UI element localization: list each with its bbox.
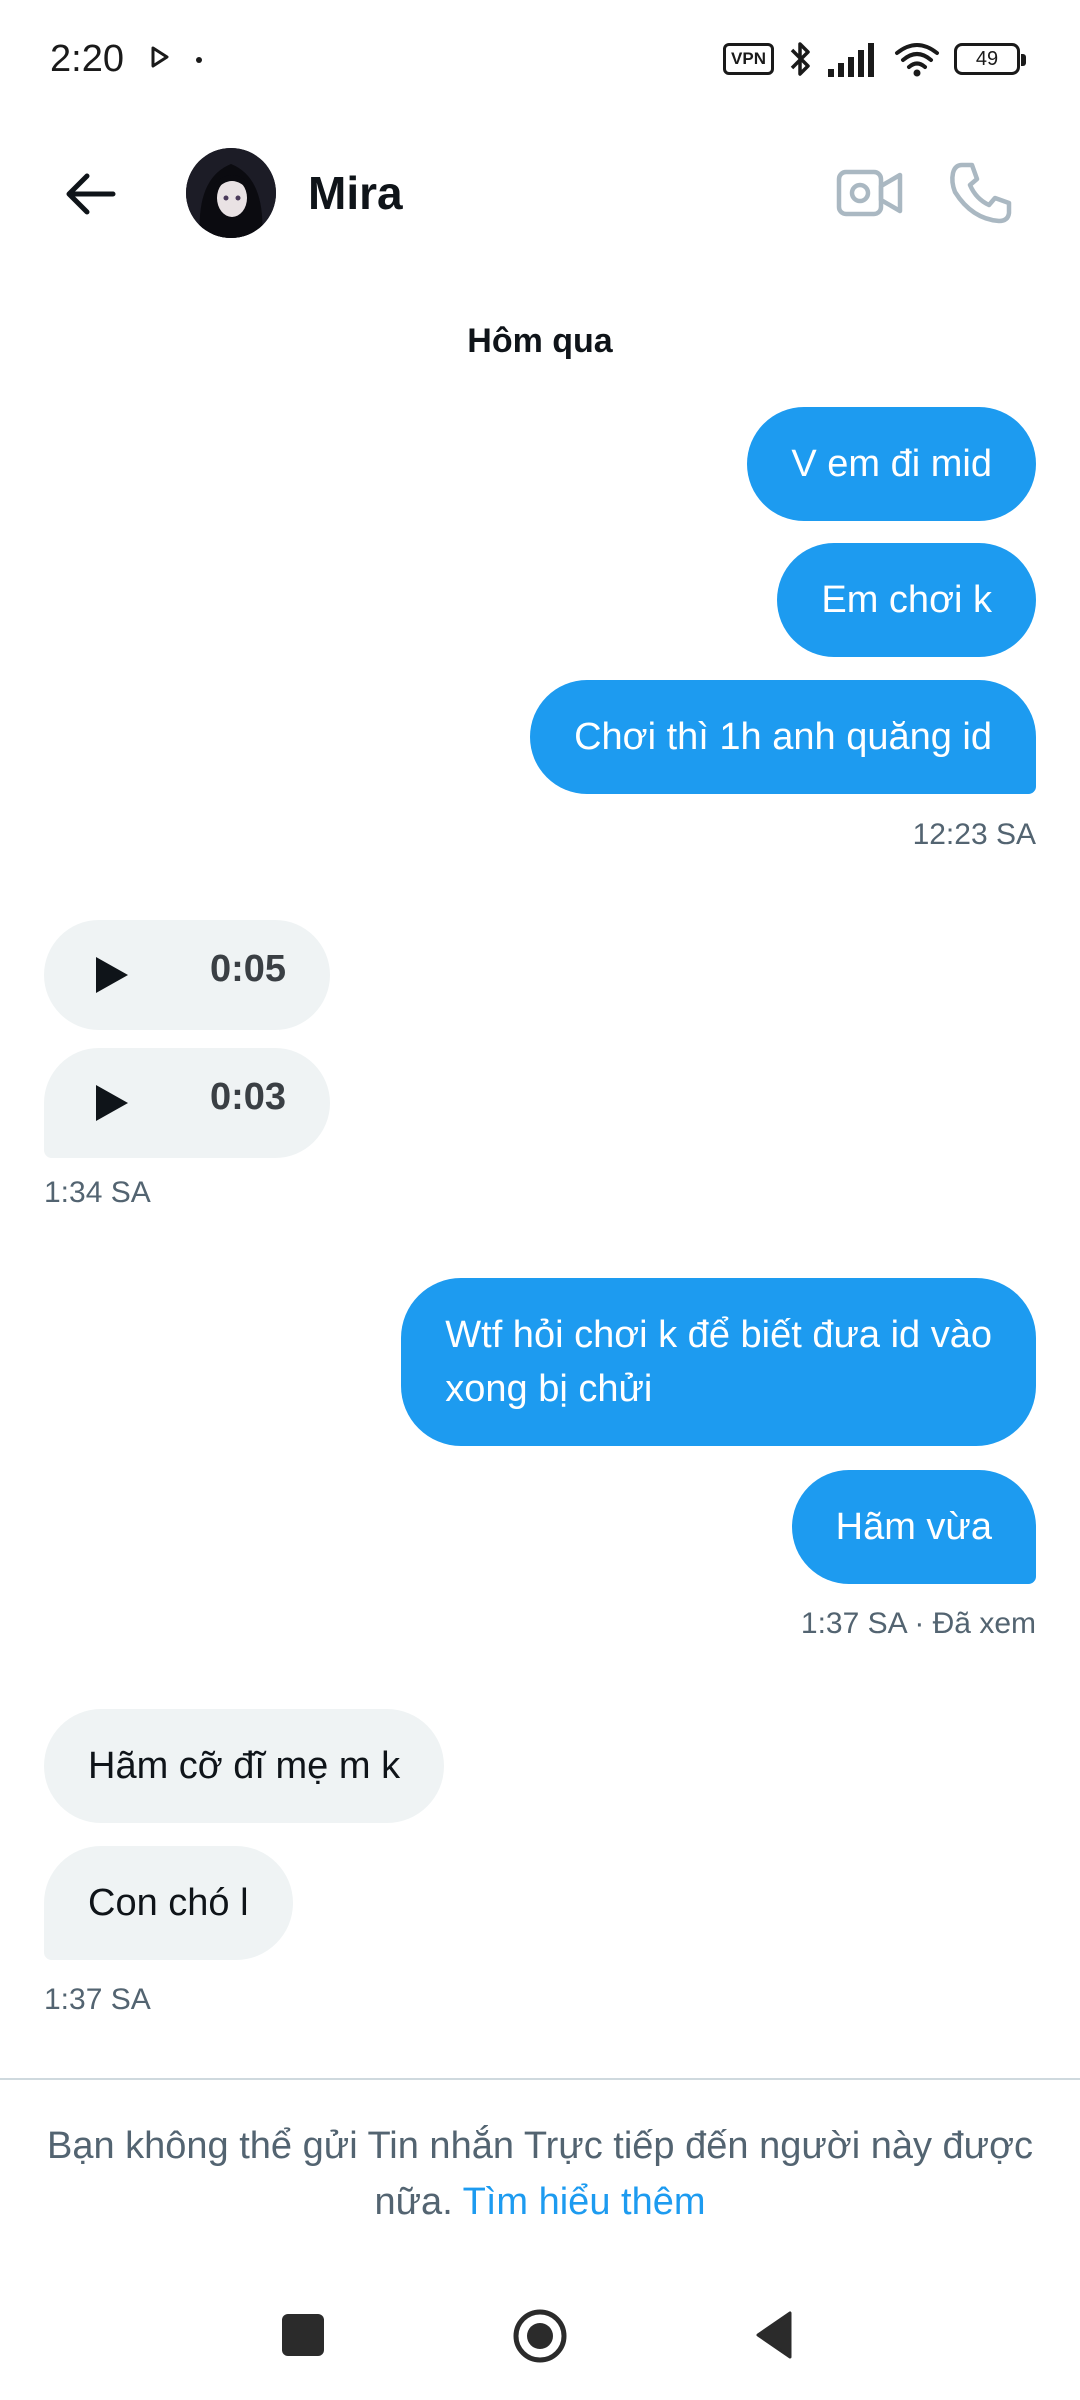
home-button[interactable]: [512, 2308, 568, 2364]
message-timestamp: 12:23 SA: [912, 818, 1036, 851]
divider: [0, 2078, 1080, 2080]
voice-duration: 0:05: [209, 948, 286, 990]
bluetooth-icon: [790, 42, 810, 76]
message-timestamp: 1:37 SA · Đã xem: [800, 1607, 1036, 1640]
system-nav-bar: [0, 2270, 1080, 2400]
sent-message[interactable]: Em chơi k: [777, 543, 1036, 657]
learn-more-link[interactable]: Tìm hiểu thêm: [463, 2181, 706, 2223]
play-icon[interactable]: [92, 954, 132, 996]
signal-icon: [828, 43, 874, 77]
notification-dot-icon: [196, 57, 202, 63]
received-message[interactable]: Con chó l: [44, 1846, 293, 1960]
vpn-badge: VPN: [723, 43, 774, 75]
video-call-icon[interactable]: [836, 162, 904, 224]
received-message[interactable]: Hãm cỡ đĩ mẹ m k: [44, 1709, 445, 1823]
play-store-icon: [151, 46, 169, 68]
message-timestamp: 1:37 SA: [44, 1983, 151, 2016]
status-icons: VPN 49: [723, 36, 1026, 82]
sent-message[interactable]: V em đi mid: [747, 407, 1036, 521]
status-time: 2:20: [50, 38, 124, 80]
voice-message[interactable]: 0:05: [44, 920, 330, 1030]
contact-name[interactable]: Mira: [308, 166, 403, 220]
message-timestamp: 1:34 SA: [44, 1176, 151, 1209]
status-bar: 2:20 VPN 49: [0, 0, 1080, 120]
sent-message[interactable]: Chơi thì 1h anh quăng id: [530, 680, 1036, 794]
voice-message[interactable]: 0:03: [44, 1048, 330, 1158]
chat-header: Mira: [0, 140, 1080, 244]
system-back-button[interactable]: [754, 2310, 794, 2360]
recent-apps-button[interactable]: [282, 2314, 324, 2356]
phone-call-icon[interactable]: [948, 160, 1014, 226]
avatar-image-icon: [186, 148, 276, 238]
avatar[interactable]: [186, 148, 276, 238]
dm-disabled-notice: Bạn không thể gửi Tin nhắn Trực tiếp đến…: [40, 2118, 1040, 2230]
arrow-left-icon: [66, 173, 116, 215]
play-icon[interactable]: [92, 1082, 132, 1124]
sent-message[interactable]: Wtf hỏi chơi k để biết đưa id vào xong b…: [401, 1278, 1036, 1446]
wifi-icon: [895, 43, 939, 77]
date-divider: Hôm qua: [467, 322, 613, 360]
back-button[interactable]: [50, 162, 130, 226]
sent-message[interactable]: Hãm vừa: [791, 1470, 1036, 1584]
voice-duration: 0:03: [209, 1076, 286, 1118]
battery-icon: 49: [954, 43, 1026, 75]
